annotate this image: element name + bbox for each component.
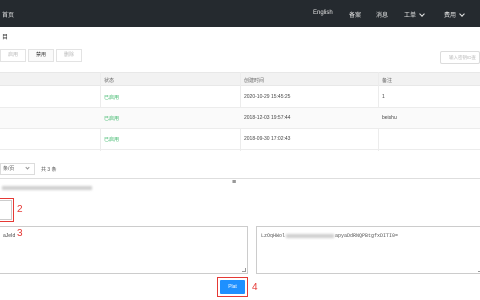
nav-tickets[interactable]: 工单	[404, 10, 425, 19]
primary-action-button[interactable]: Plat	[220, 280, 245, 294]
page-size-label: 条/页	[3, 166, 15, 172]
tab-delete[interactable]: 删除	[56, 49, 82, 62]
language-switch[interactable]: English	[313, 10, 333, 16]
right-text-end: apyaDdRNQPBtgfxDITI0=	[335, 233, 399, 239]
redacted-text	[2, 186, 92, 190]
table-row[interactable]: 已启用 2018-12-03 19:57:44 beishu	[0, 108, 480, 129]
table-row[interactable]: 已启用 2020-10-29 15:45:25 1	[0, 87, 480, 108]
annotation-number: 2	[17, 204, 23, 215]
created-time: 2018-09-30 17:02:43	[244, 136, 291, 142]
note-cell: 1	[382, 94, 385, 100]
resize-handle-icon[interactable]	[242, 268, 246, 272]
column-header-note: 备注	[382, 78, 393, 84]
column-header-created: 创建时间	[244, 78, 265, 84]
status-badge: 已启用	[104, 116, 120, 122]
nav-messages[interactable]: 消息	[376, 10, 388, 19]
left-textarea[interactable]: aJeId	[0, 226, 248, 274]
redacted-text	[286, 233, 335, 238]
annotation-number: 4	[252, 282, 258, 293]
top-navbar: 首页 English 备案 消息 工单 费用	[0, 0, 480, 27]
pagination-total: 共 3 条	[41, 167, 57, 173]
tab-enable[interactable]: 启用	[0, 49, 26, 62]
nav-billing-label: 费用	[444, 13, 457, 19]
right-text-start: LzOqHWol	[261, 233, 286, 239]
page-title: 目	[2, 35, 9, 41]
chevron-down-icon	[419, 11, 425, 17]
status-badge: 已启用	[104, 95, 120, 101]
tab-disable[interactable]: 禁用	[28, 49, 54, 62]
note-cell: beishu	[382, 115, 397, 121]
chevron-down-icon	[25, 165, 30, 170]
page-size-select[interactable]: 条/页	[0, 163, 35, 175]
created-time: 2018-12-03 19:57:44	[244, 115, 291, 121]
created-time: 2020-10-29 15:45:25	[244, 94, 291, 100]
chevron-down-icon	[459, 11, 465, 17]
column-header-status: 状态	[104, 78, 115, 84]
right-textarea[interactable]: LzOqHWol apyaDdRNQPBtgfxDITI0=	[256, 226, 480, 274]
table-row[interactable]: 已启用 2018-09-30 17:02:43	[0, 129, 480, 150]
left-text-value: aJeId	[3, 233, 16, 239]
nav-billing[interactable]: 费用	[444, 10, 465, 19]
annotation-number: 3	[17, 228, 23, 239]
drag-handle-icon[interactable]: ≡	[232, 179, 236, 186]
status-badge: 已启用	[104, 137, 120, 143]
nav-filing[interactable]: 备案	[349, 10, 361, 19]
annotation-box-2	[0, 198, 14, 222]
home-link[interactable]: 首页	[2, 10, 14, 19]
search-input[interactable]: 输入密钥ID查	[440, 51, 480, 64]
nav-tickets-label: 工单	[404, 13, 417, 19]
panel-divider	[0, 178, 480, 179]
